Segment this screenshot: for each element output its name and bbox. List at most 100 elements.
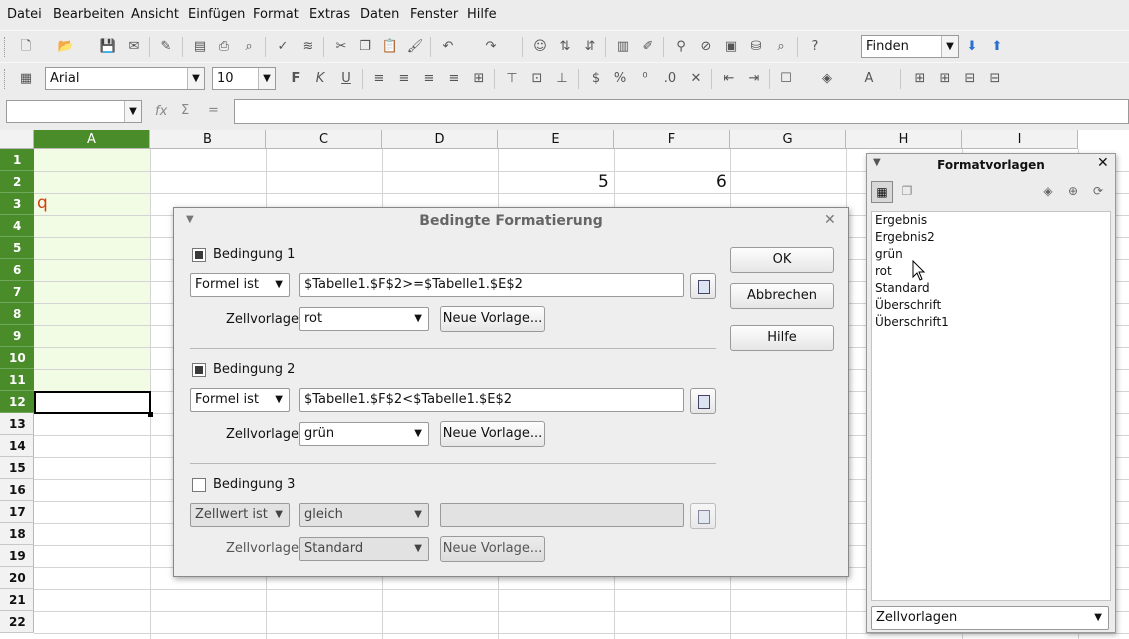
- open-folder-icon[interactable]: 📂: [56, 37, 76, 57]
- condition-1-shrink-icon[interactable]: [690, 273, 716, 299]
- bold-icon[interactable]: F: [286, 69, 306, 89]
- row-header-1[interactable]: 1: [0, 149, 34, 171]
- style-item-ueberschrift1[interactable]: Überschrift1: [872, 314, 1110, 331]
- row-header-10[interactable]: 10: [0, 347, 34, 369]
- style-list[interactable]: Ergebnis Ergebnis2 grün rot Standard Übe…: [871, 211, 1111, 601]
- menu-ansicht[interactable]: Ansicht: [131, 7, 179, 22]
- panel-close-icon[interactable]: ✕: [1097, 155, 1109, 171]
- condition-3-shrink-icon[interactable]: [690, 503, 716, 529]
- condition-3-style-select[interactable]: Standard ▼: [299, 537, 429, 561]
- print-preview-icon[interactable]: ⌕: [239, 37, 259, 57]
- draw-functions-icon[interactable]: ✐: [638, 37, 658, 57]
- row-header-13[interactable]: 13: [0, 413, 34, 435]
- align-bottom-icon[interactable]: ⊥: [552, 69, 572, 89]
- column-header-h[interactable]: H: [846, 130, 962, 149]
- new-document-icon[interactable]: 🗋: [16, 37, 36, 57]
- zoom-icon[interactable]: ⌕: [771, 37, 791, 57]
- autospell-icon[interactable]: ≋: [298, 37, 318, 57]
- condition-3-type-select[interactable]: Zellwert ist ▼: [190, 503, 290, 527]
- row-header-16[interactable]: 16: [0, 479, 34, 501]
- row-header-15[interactable]: 15: [0, 457, 34, 479]
- find-next-icon[interactable]: ⬇: [962, 37, 982, 57]
- style-item-ergebnis[interactable]: Ergebnis: [872, 212, 1110, 229]
- copy-icon[interactable]: ❐: [355, 37, 375, 57]
- export-pdf-icon[interactable]: ▤: [190, 37, 210, 57]
- decrease-indent-icon[interactable]: ⇤: [719, 69, 739, 89]
- page-styles-icon[interactable]: ❐: [896, 181, 918, 203]
- row-header-17[interactable]: 17: [0, 501, 34, 523]
- condition-1-style-select[interactable]: rot ▼: [299, 307, 429, 331]
- insert-rows-icon[interactable]: ⊞: [910, 69, 930, 89]
- row-header-3[interactable]: 3: [0, 193, 34, 215]
- justify-icon[interactable]: ≡: [444, 69, 464, 89]
- style-item-standard[interactable]: Standard: [872, 280, 1110, 297]
- new-style-from-selection-icon[interactable]: ⊕: [1062, 181, 1084, 203]
- menu-daten[interactable]: Daten: [360, 7, 399, 22]
- cell-styles-icon[interactable]: ▦: [871, 181, 893, 203]
- menu-bearbeiten[interactable]: Bearbeiten: [53, 7, 124, 22]
- row-header-19[interactable]: 19: [0, 545, 34, 567]
- help-icon[interactable]: ?: [805, 37, 825, 57]
- increase-indent-icon[interactable]: ⇥: [744, 69, 764, 89]
- menu-fenster[interactable]: Fenster: [410, 7, 458, 22]
- font-size-combo[interactable]: 10 ▼: [212, 67, 276, 90]
- align-middle-icon[interactable]: ⊡: [527, 69, 547, 89]
- condition-3-new-style-button[interactable]: Neue Vorlage...: [440, 536, 545, 562]
- find-input[interactable]: Finden ▼: [861, 35, 959, 58]
- formula-input[interactable]: [234, 99, 1129, 124]
- gallery-icon[interactable]: ▣: [721, 37, 741, 57]
- update-style-icon[interactable]: ⟳: [1087, 181, 1109, 203]
- menu-datei[interactable]: Datei: [7, 7, 42, 22]
- merge-cells-icon[interactable]: ⊞: [469, 69, 489, 89]
- row-header-18[interactable]: 18: [0, 523, 34, 545]
- column-header-i[interactable]: I: [962, 130, 1078, 149]
- ok-button[interactable]: OK: [730, 247, 834, 273]
- condition-2-shrink-icon[interactable]: [690, 388, 716, 414]
- align-right-icon[interactable]: ≡: [419, 69, 439, 89]
- toolbar-grip[interactable]: [4, 37, 8, 57]
- condition-2-checkbox[interactable]: [192, 363, 206, 377]
- row-header-14[interactable]: 14: [0, 435, 34, 457]
- delete-columns-icon[interactable]: ⊟: [985, 69, 1005, 89]
- row-header-2[interactable]: 2: [0, 171, 34, 193]
- align-center-icon[interactable]: ≡: [394, 69, 414, 89]
- condition-3-operator-select[interactable]: gleich ▼: [299, 503, 429, 527]
- fill-handle[interactable]: [148, 412, 153, 417]
- active-cell-cursor[interactable]: [34, 391, 151, 414]
- condition-2-new-style-button[interactable]: Neue Vorlage...: [440, 421, 545, 447]
- row-header-4[interactable]: 4: [0, 215, 34, 237]
- condition-2-style-select[interactable]: grün ▼: [299, 422, 429, 446]
- name-box[interactable]: ▼: [6, 100, 142, 123]
- column-header-f[interactable]: F: [614, 130, 730, 149]
- style-item-ueberschrift[interactable]: Überschrift: [872, 297, 1110, 314]
- styles-window-icon[interactable]: ▦: [16, 69, 36, 89]
- delete-rows-icon[interactable]: ⊟: [960, 69, 980, 89]
- find-replace-icon[interactable]: ⚲: [671, 37, 691, 57]
- number-format-icon[interactable]: ⁰: [635, 69, 655, 89]
- condition-1-formula-input[interactable]: $Tabelle1.$F$2>=$Tabelle1.$E$2: [299, 273, 684, 297]
- condition-3-value-input[interactable]: [440, 503, 684, 527]
- name-box-dropdown-icon[interactable]: ▼: [124, 101, 141, 122]
- sort-ascending-icon[interactable]: ⇅: [555, 37, 575, 57]
- borders-icon[interactable]: ☐: [776, 69, 796, 89]
- send-mail-icon[interactable]: ✉: [124, 37, 144, 57]
- font-size-dropdown-icon[interactable]: ▼: [258, 68, 275, 89]
- cell-a3[interactable]: q: [37, 193, 48, 213]
- select-all-corner[interactable]: [0, 130, 34, 149]
- row-header-22[interactable]: 22: [0, 611, 34, 633]
- add-decimal-icon[interactable]: .0: [660, 69, 680, 89]
- column-header-g[interactable]: G: [730, 130, 846, 149]
- cell-e2[interactable]: 5: [598, 172, 609, 192]
- row-header-12[interactable]: 12: [0, 391, 34, 413]
- menu-einfuegen[interactable]: Einfügen: [188, 7, 245, 22]
- help-button[interactable]: Hilfe: [730, 325, 834, 351]
- style-filter-select[interactable]: Zellvorlagen ▼: [871, 606, 1109, 630]
- background-color-icon[interactable]: ◈: [817, 69, 837, 89]
- find-dropdown-icon[interactable]: ▼: [941, 36, 958, 57]
- cancel-button[interactable]: Abbrechen: [730, 283, 834, 309]
- column-header-e[interactable]: E: [498, 130, 614, 149]
- row-header-7[interactable]: 7: [0, 281, 34, 303]
- font-name-dropdown-icon[interactable]: ▼: [187, 68, 204, 89]
- underline-icon[interactable]: U: [336, 69, 356, 89]
- row-header-5[interactable]: 5: [0, 237, 34, 259]
